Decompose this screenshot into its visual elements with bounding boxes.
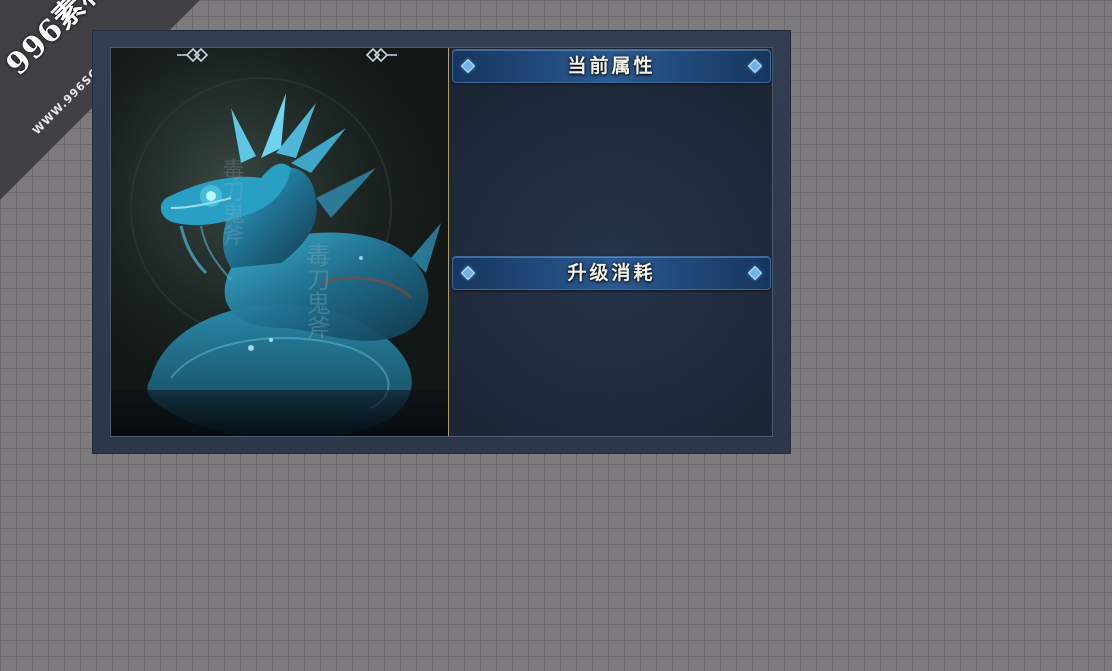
current-attributes-body xyxy=(452,84,769,254)
upgrade-cost-title: 升级消耗 xyxy=(567,262,656,284)
upgrade-cost-body xyxy=(452,292,769,432)
art-footer-bar xyxy=(111,390,448,436)
art-watermark-2: 毒刀鬼斧 xyxy=(302,243,330,339)
dragon-image: 毒刀鬼斧 毒刀鬼斧 xyxy=(111,48,448,436)
current-attributes-header: 当前属性 xyxy=(452,49,771,83)
upgrade-panel: 毒刀鬼斧 毒刀鬼斧 当前属性 升级消耗 xyxy=(92,30,791,454)
info-column: 当前属性 升级消耗 xyxy=(449,48,772,436)
dragon-illustration: 毒刀鬼斧 毒刀鬼斧 xyxy=(111,48,449,436)
art-watermark-1: 毒刀鬼斧 xyxy=(219,158,245,246)
current-attributes-title: 当前属性 xyxy=(567,55,656,77)
knot-ornament-icon xyxy=(365,48,397,62)
upgrade-cost-header: 升级消耗 xyxy=(452,256,771,290)
panel-inner-frame: 毒刀鬼斧 毒刀鬼斧 当前属性 升级消耗 xyxy=(110,47,773,437)
knot-ornament-icon xyxy=(177,48,209,62)
